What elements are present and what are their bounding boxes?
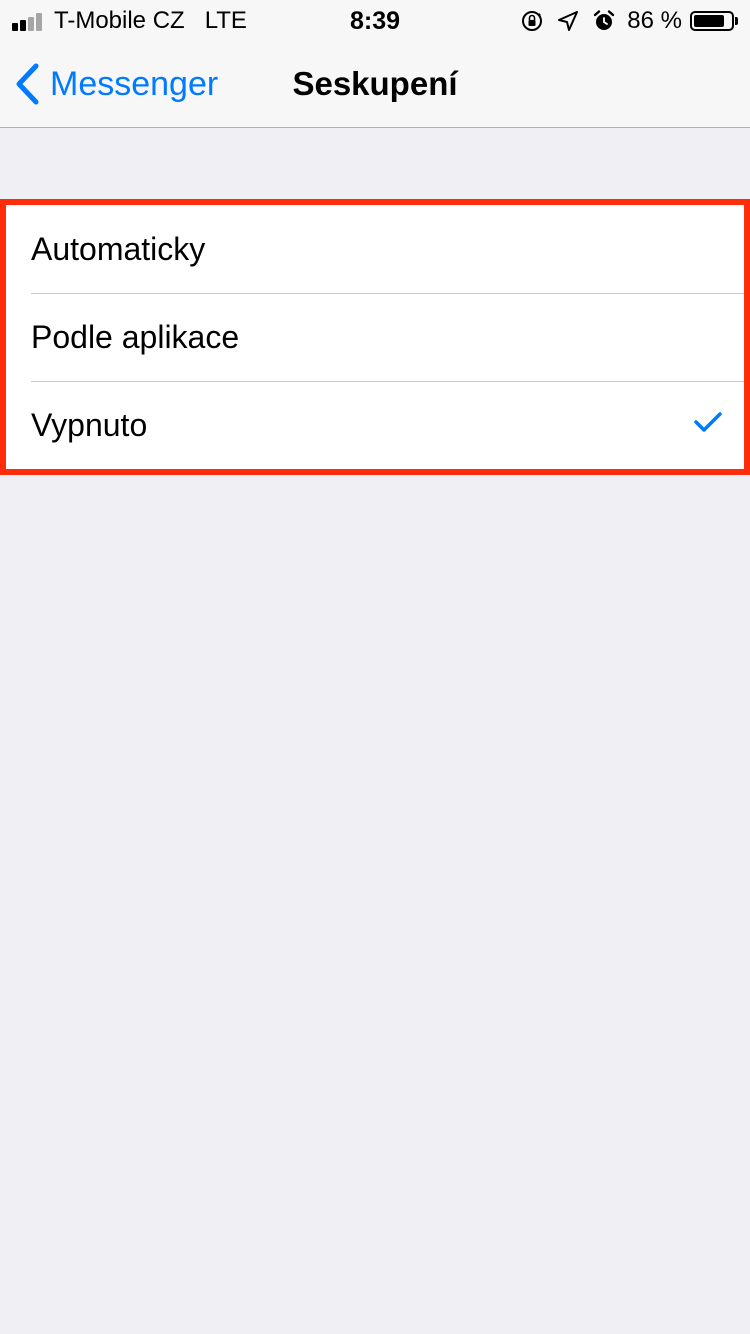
battery-tip <box>735 17 738 25</box>
option-vypnuto[interactable]: Vypnuto <box>6 381 744 469</box>
option-label: Podle aplikace <box>31 318 240 355</box>
navigation-bar: Messenger Seskupení <box>0 40 750 128</box>
location-icon <box>555 8 581 34</box>
option-label: Automaticky <box>31 230 206 267</box>
option-label: Vypnuto <box>31 406 148 443</box>
status-bar: T-Mobile CZ LTE 8:39 86 % <box>0 0 750 40</box>
grouping-options-list: Automaticky Podle aplikace Vypnuto <box>0 199 750 475</box>
status-right: 86 % <box>519 6 738 36</box>
option-podle-aplikace[interactable]: Podle aplikace <box>6 293 744 381</box>
orientation-lock-icon <box>519 8 545 34</box>
page-title: Seskupení <box>292 65 458 102</box>
battery-icon <box>690 11 734 31</box>
battery-percent: 86 % <box>627 7 682 34</box>
option-automaticky[interactable]: Automaticky <box>6 205 744 293</box>
checkmark-icon <box>694 412 722 432</box>
alarm-icon <box>591 8 617 34</box>
